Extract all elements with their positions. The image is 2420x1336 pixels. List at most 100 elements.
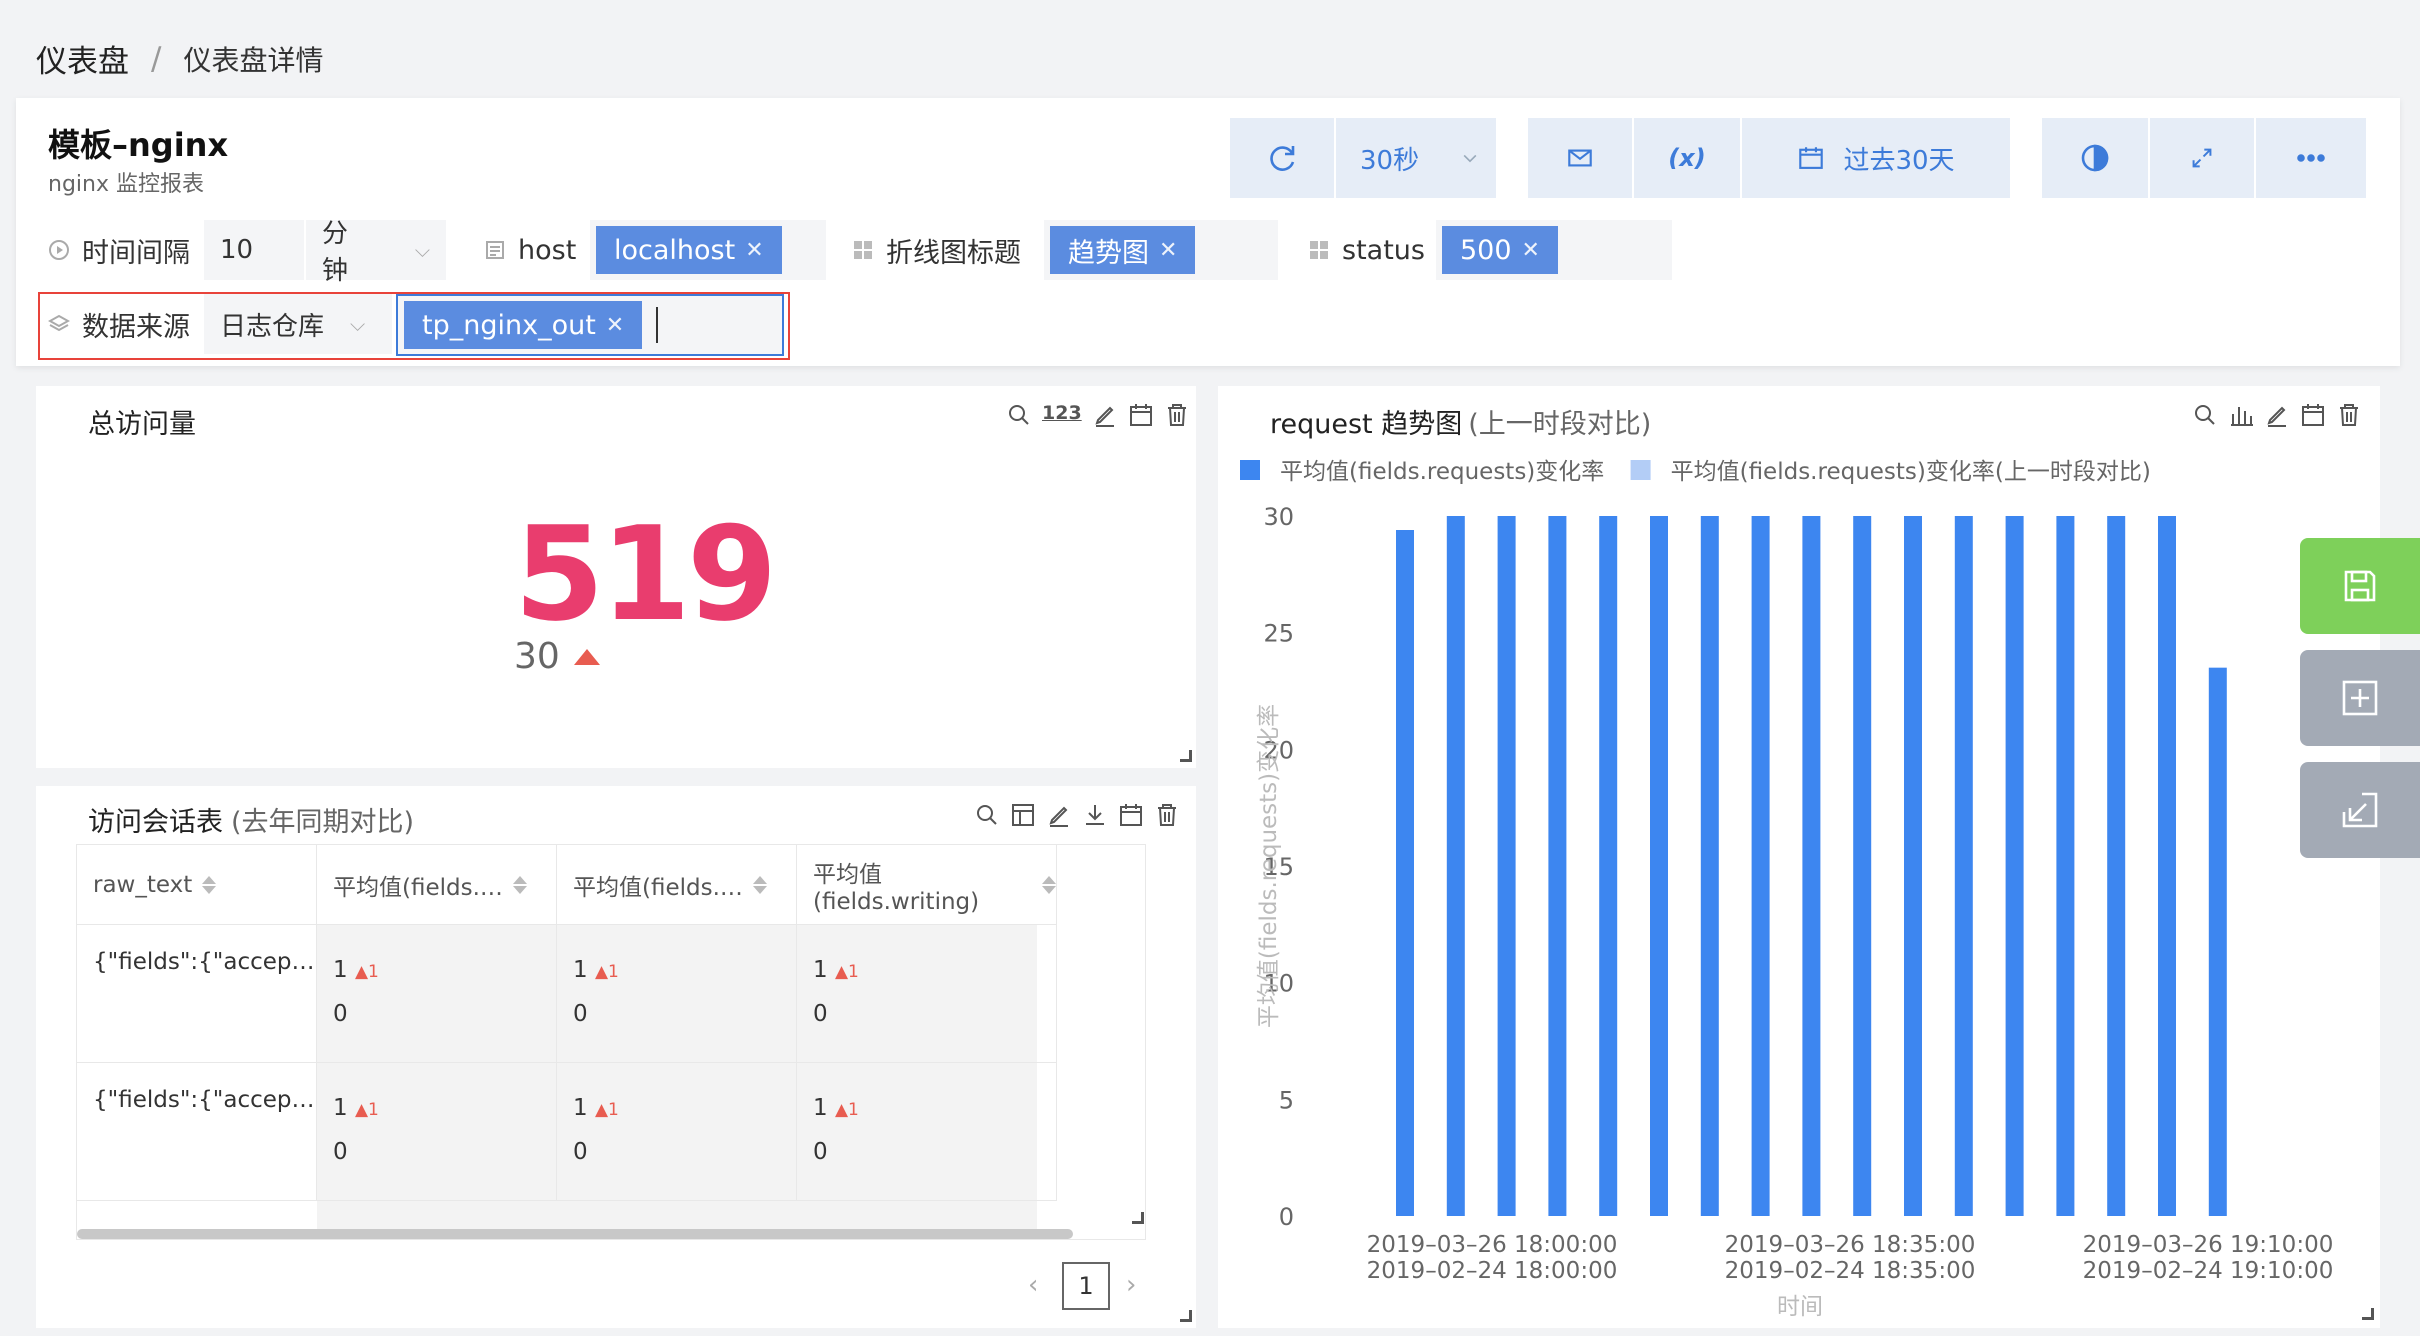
data-source-tags-input[interactable]: tp_nginx_out ✕ xyxy=(396,294,784,356)
x-tick-label: 2019–03–26 18:35:00 xyxy=(1725,1232,1976,1258)
text-cursor xyxy=(656,307,659,343)
chart-title-filter: 折线图标题 xyxy=(852,220,1021,280)
bar xyxy=(1446,516,1465,1216)
save-icon xyxy=(2344,570,2376,602)
up-arrow-icon: ▲ xyxy=(354,1100,369,1120)
edit-icon[interactable] xyxy=(1092,402,1118,428)
calendar-icon[interactable] xyxy=(1128,402,1154,428)
host-filter: host xyxy=(484,220,576,280)
resize-handle-icon[interactable] xyxy=(1180,750,1192,762)
columns-icon[interactable] xyxy=(1010,802,1036,828)
horizontal-scrollbar[interactable] xyxy=(77,1229,1073,1239)
bar xyxy=(1904,516,1922,1216)
search-icon[interactable] xyxy=(1006,402,1032,428)
status-tag[interactable]: 500 ✕ xyxy=(1442,226,1558,274)
refresh-button[interactable] xyxy=(1230,118,1334,198)
trash-icon[interactable] xyxy=(2336,402,2362,428)
resize-handle-icon[interactable] xyxy=(1132,1212,1144,1224)
trash-icon[interactable] xyxy=(1164,402,1190,428)
table-cell: 1 ▲1 0 xyxy=(317,925,557,1063)
chart-title-label: 折线图标题 xyxy=(886,237,1021,269)
interval-unit-select[interactable]: 分钟 ⌵ xyxy=(306,219,446,286)
column-header[interactable]: raw_text xyxy=(77,845,317,925)
breadcrumb-root[interactable]: 仪表盘 xyxy=(36,36,129,81)
chart-card-toolbar xyxy=(2192,402,2362,428)
data-source-tag-label: tp_nginx_out xyxy=(422,309,596,341)
sort-icon[interactable] xyxy=(1042,875,1056,894)
bar xyxy=(2208,667,2227,1216)
bar xyxy=(1802,516,1821,1216)
chart-title: request 趋势图 xyxy=(1270,409,1463,440)
download-icon[interactable] xyxy=(1082,802,1108,828)
close-icon[interactable]: ✕ xyxy=(745,238,763,263)
session-table: raw_text 平均值(fields.… 平均值(fields.… 平均值(f… xyxy=(76,844,1146,1240)
resize-handle-icon[interactable] xyxy=(1180,1310,1192,1322)
play-circle-icon xyxy=(49,240,69,260)
data-source-tag[interactable]: tp_nginx_out ✕ xyxy=(404,301,643,349)
theme-toggle-button[interactable] xyxy=(2042,118,2148,198)
search-icon[interactable] xyxy=(974,802,1000,828)
bar xyxy=(1599,516,1618,1216)
vertical-scrollbar[interactable] xyxy=(1145,847,1146,947)
column-header[interactable]: 平均值(fields.… xyxy=(557,845,797,925)
close-icon[interactable]: ✕ xyxy=(606,313,624,338)
close-icon[interactable]: ✕ xyxy=(1159,238,1177,263)
cell-delta: 1 xyxy=(368,1100,379,1120)
variables-button[interactable]: (x) xyxy=(1634,118,1740,198)
calendar-icon[interactable] xyxy=(2300,402,2326,428)
chart-title-input[interactable]: 趋势图 ✕ xyxy=(1044,220,1278,280)
edit-icon[interactable] xyxy=(2264,402,2290,428)
more-button[interactable] xyxy=(2256,118,2366,198)
chevron-down-icon xyxy=(1463,154,1477,163)
chart-title-tag[interactable]: 趋势图 ✕ xyxy=(1050,226,1196,274)
email-button[interactable] xyxy=(1528,118,1632,198)
x-tick-label: 2019–02–24 18:00:00 xyxy=(1367,1258,1618,1284)
interval-input[interactable]: 10 xyxy=(204,220,304,280)
status-input[interactable]: 500 ✕ xyxy=(1436,220,1672,280)
column-header[interactable]: 平均值(fields.writing) xyxy=(797,845,1057,925)
x-axis-label: 时间 xyxy=(1777,1294,1823,1320)
time-range-button[interactable]: 过去30天 xyxy=(1742,118,2010,198)
pagination-prev-icon[interactable]: ‹ xyxy=(1028,1270,1038,1300)
sort-icon[interactable] xyxy=(202,875,217,894)
up-arrow-icon: ▲ xyxy=(594,962,609,982)
table-card-toolbar xyxy=(974,802,1180,828)
pagination-next-icon[interactable]: › xyxy=(1126,1270,1136,1300)
search-icon[interactable] xyxy=(2192,402,2218,428)
host-tag[interactable]: localhost ✕ xyxy=(596,226,782,274)
chart-title-tag-label: 趋势图 xyxy=(1068,237,1149,269)
dashboard-subtitle: nginx 监控报表 xyxy=(48,172,204,197)
data-source-select[interactable]: 日志仓库 ⌵ xyxy=(204,294,392,354)
data-source-label: 数据来源 xyxy=(82,311,190,343)
cell-delta: 1 xyxy=(848,1100,859,1120)
bar-chart-icon[interactable] xyxy=(2228,402,2254,428)
bar xyxy=(1497,516,1516,1216)
refresh-interval-select[interactable]: 30秒 xyxy=(1336,118,1496,198)
kpi-compare: 30 xyxy=(514,636,600,677)
up-arrow-icon: ▲ xyxy=(834,1100,849,1120)
column-header[interactable]: 平均值(fields.… xyxy=(317,845,557,925)
resize-handle-icon[interactable] xyxy=(2362,1308,2374,1320)
sort-icon[interactable] xyxy=(752,875,767,894)
save-button[interactable] xyxy=(2300,538,2420,634)
more-icon xyxy=(2297,154,2325,162)
bar xyxy=(2056,516,2075,1216)
fullscreen-button[interactable] xyxy=(2150,118,2254,198)
table-cell[interactable]: {"fields":{"accep… xyxy=(77,925,317,1063)
number-format-icon[interactable]: 123 xyxy=(1042,402,1082,428)
cell-previous: 0 xyxy=(573,1139,588,1165)
pagination-page[interactable]: 1 xyxy=(1062,1262,1110,1310)
import-button[interactable] xyxy=(2300,762,2420,858)
table-cell[interactable]: {"fields":{"accep… xyxy=(77,1063,317,1201)
edit-icon[interactable] xyxy=(1046,802,1072,828)
close-icon[interactable]: ✕ xyxy=(1522,238,1540,263)
add-chart-button[interactable] xyxy=(2300,650,2420,746)
sort-icon[interactable] xyxy=(512,875,527,894)
x-tick-label: 2019–03–26 19:10:00 xyxy=(2083,1232,2334,1258)
host-input[interactable]: localhost ✕ xyxy=(590,220,826,280)
interval-unit-value: 分钟 xyxy=(322,219,349,286)
x-tick-label: 2019–03–26 18:00:00 xyxy=(1367,1232,1618,1258)
bars xyxy=(1396,516,2227,1216)
trash-icon[interactable] xyxy=(1154,802,1180,828)
calendar-icon[interactable] xyxy=(1118,802,1144,828)
